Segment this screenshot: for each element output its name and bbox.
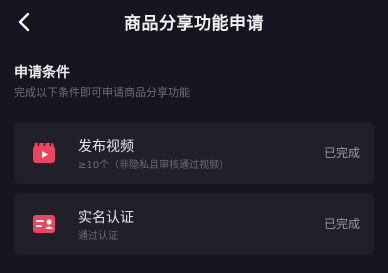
condition-card-real-name[interactable]: 实名认证 通过认证 已完成 — [14, 193, 374, 255]
condition-status: 已完成 — [323, 217, 360, 231]
top-bar: 商品分享功能申请 — [0, 0, 388, 44]
condition-description: 通过认证 — [78, 231, 118, 242]
condition-card-publish-video[interactable]: 发布视频 ≥10个（非隐私且审核通过视频） 已完成 — [14, 122, 374, 184]
video-clapper-icon — [33, 142, 55, 163]
section-title: 申请条件 — [14, 65, 70, 81]
page-title: 商品分享功能申请 — [124, 14, 264, 34]
condition-title: 实名认证 — [78, 210, 134, 226]
id-card-icon — [33, 215, 55, 233]
section-subtitle: 完成以下条件即可申请商品分享功能 — [14, 86, 190, 99]
condition-status: 已完成 — [323, 146, 360, 160]
condition-description: ≥10个（非隐私且审核通过视频） — [78, 160, 230, 171]
condition-title: 发布视频 — [78, 139, 134, 155]
